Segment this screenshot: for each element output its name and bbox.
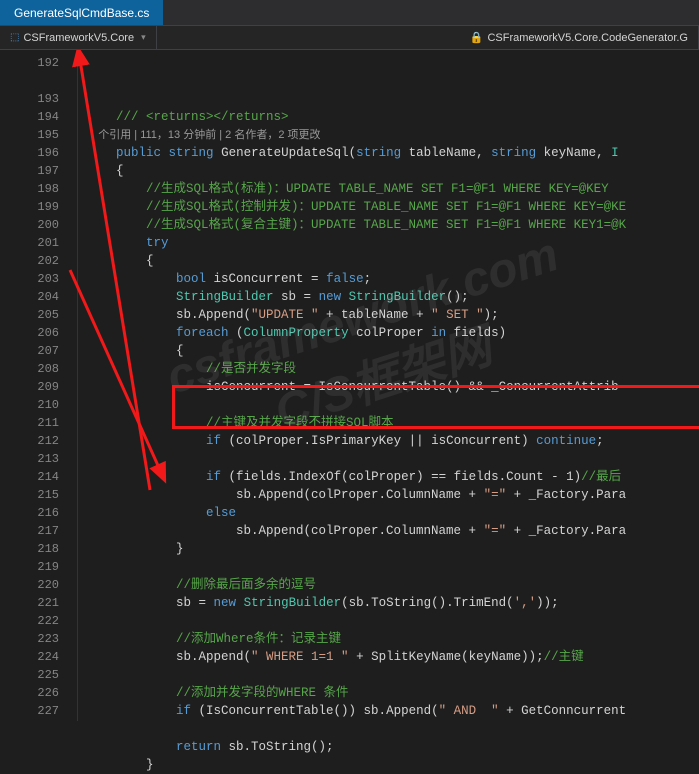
code-content[interactable]: /// <returns></returns> 个引用 | 111，13 分钟前… (78, 50, 699, 721)
code-line[interactable]: } (86, 540, 699, 558)
code-line[interactable] (86, 666, 699, 684)
line-number: 225 (0, 666, 59, 684)
class-dropdown[interactable]: 🔒 CSFrameworkV5.Core.CodeGenerator.G (460, 26, 699, 49)
code-editor[interactable]: 1921931941951961971981992002012022032042… (0, 50, 699, 721)
code-line[interactable]: } (86, 756, 699, 774)
code-line[interactable]: sb = new StringBuilder(sb.ToString().Tri… (86, 594, 699, 612)
line-number: 206 (0, 324, 59, 342)
line-number: 197 (0, 162, 59, 180)
code-line[interactable]: if (colProper.IsPrimaryKey || isConcurre… (86, 432, 699, 450)
line-number: 202 (0, 252, 59, 270)
code-line[interactable]: //生成SQL格式(复合主键)：UPDATE TABLE_NAME SET F1… (86, 216, 699, 234)
code-line[interactable]: { (86, 162, 699, 180)
code-line[interactable]: try (86, 234, 699, 252)
code-line[interactable]: { (86, 342, 699, 360)
line-number: 226 (0, 684, 59, 702)
code-line[interactable]: //主键及并发字段不拼接SQL脚本 (86, 414, 699, 432)
line-number: 195 (0, 126, 59, 144)
code-line[interactable] (86, 558, 699, 576)
line-number: 219 (0, 558, 59, 576)
line-number: 224 (0, 648, 59, 666)
line-number: 209 (0, 378, 59, 396)
code-line[interactable]: sb.Append(" WHERE 1=1 " + SplitKeyName(k… (86, 648, 699, 666)
code-line[interactable]: sb.Append("UPDATE " + tableName + " SET … (86, 306, 699, 324)
line-number: 192 (0, 54, 59, 72)
navigation-bar: ⬚ CSFrameworkV5.Core ▾ 🔒 CSFrameworkV5.C… (0, 26, 699, 50)
code-line[interactable]: else (86, 504, 699, 522)
line-number: 205 (0, 306, 59, 324)
code-line[interactable]: sb.Append(colProper.ColumnName + "=" + _… (86, 486, 699, 504)
line-number: 223 (0, 630, 59, 648)
file-tab[interactable]: GenerateSqlCmdBase.cs (0, 0, 163, 25)
line-number: 212 (0, 432, 59, 450)
code-line[interactable]: //添加Where条件：记录主键 (86, 630, 699, 648)
line-number: 200 (0, 216, 59, 234)
code-line[interactable]: sb.Append(colProper.ColumnName + "=" + _… (86, 522, 699, 540)
codelens-blank (0, 72, 59, 90)
file-tab-label: GenerateSqlCmdBase.cs (14, 6, 149, 20)
line-number: 204 (0, 288, 59, 306)
code-line[interactable]: //生成SQL格式(控制并发)：UPDATE TABLE_NAME SET F1… (86, 198, 699, 216)
code-line[interactable]: //删除最后面多余的逗号 (86, 576, 699, 594)
line-number: 216 (0, 504, 59, 522)
code-line[interactable]: if (IsConcurrentTable()) sb.Append(" AND… (86, 702, 699, 720)
line-number: 227 (0, 702, 59, 720)
line-number: 208 (0, 360, 59, 378)
codelens[interactable]: 个引用 | 111，13 分钟前 | 2 名作者，2 项更改 (86, 126, 699, 144)
code-line[interactable]: /// <returns></returns> (86, 108, 699, 126)
code-line[interactable]: //是否并发字段 (86, 360, 699, 378)
line-number: 214 (0, 468, 59, 486)
code-line[interactable]: public string GenerateUpdateSql(string t… (86, 144, 699, 162)
line-number: 207 (0, 342, 59, 360)
line-number: 221 (0, 594, 59, 612)
code-line[interactable]: return sb.ToString(); (86, 738, 699, 756)
namespace-dropdown[interactable]: ⬚ CSFrameworkV5.Core ▾ (0, 26, 157, 49)
line-number: 215 (0, 486, 59, 504)
code-line[interactable]: foreach (ColumnProperty colProper in fie… (86, 324, 699, 342)
code-line[interactable] (86, 720, 699, 738)
line-number: 198 (0, 180, 59, 198)
code-line[interactable] (86, 450, 699, 468)
namespace-label: CSFrameworkV5.Core (23, 32, 134, 44)
chevron-down-icon: ▾ (141, 32, 146, 43)
code-line[interactable]: isConcurrent = IsConcurrentTable() && _C… (86, 378, 699, 396)
class-label: CSFrameworkV5.Core.CodeGenerator.G (487, 32, 688, 44)
line-number: 194 (0, 108, 59, 126)
line-number: 217 (0, 522, 59, 540)
line-number: 199 (0, 198, 59, 216)
code-line[interactable] (86, 612, 699, 630)
code-line[interactable]: //生成SQL格式(标准)：UPDATE TABLE_NAME SET F1=@… (86, 180, 699, 198)
line-number: 193 (0, 90, 59, 108)
code-line[interactable]: bool isConcurrent = false; (86, 270, 699, 288)
code-line[interactable]: { (86, 252, 699, 270)
line-number: 203 (0, 270, 59, 288)
tab-bar: GenerateSqlCmdBase.cs (0, 0, 699, 26)
code-line[interactable]: StringBuilder sb = new StringBuilder(); (86, 288, 699, 306)
line-number: 196 (0, 144, 59, 162)
line-number-gutter: 1921931941951961971981992002012022032042… (0, 50, 78, 721)
line-number: 211 (0, 414, 59, 432)
line-number: 218 (0, 540, 59, 558)
padlock-icon: 🔒 (470, 31, 484, 44)
line-number: 210 (0, 396, 59, 414)
line-number: 213 (0, 450, 59, 468)
code-line[interactable]: //添加并发字段的WHERE 条件 (86, 684, 699, 702)
line-number: 201 (0, 234, 59, 252)
line-number: 220 (0, 576, 59, 594)
code-line[interactable]: if (fields.IndexOf(colProper) == fields.… (86, 468, 699, 486)
csharp-project-icon: ⬚ (10, 32, 19, 43)
line-number: 222 (0, 612, 59, 630)
code-line[interactable] (86, 396, 699, 414)
